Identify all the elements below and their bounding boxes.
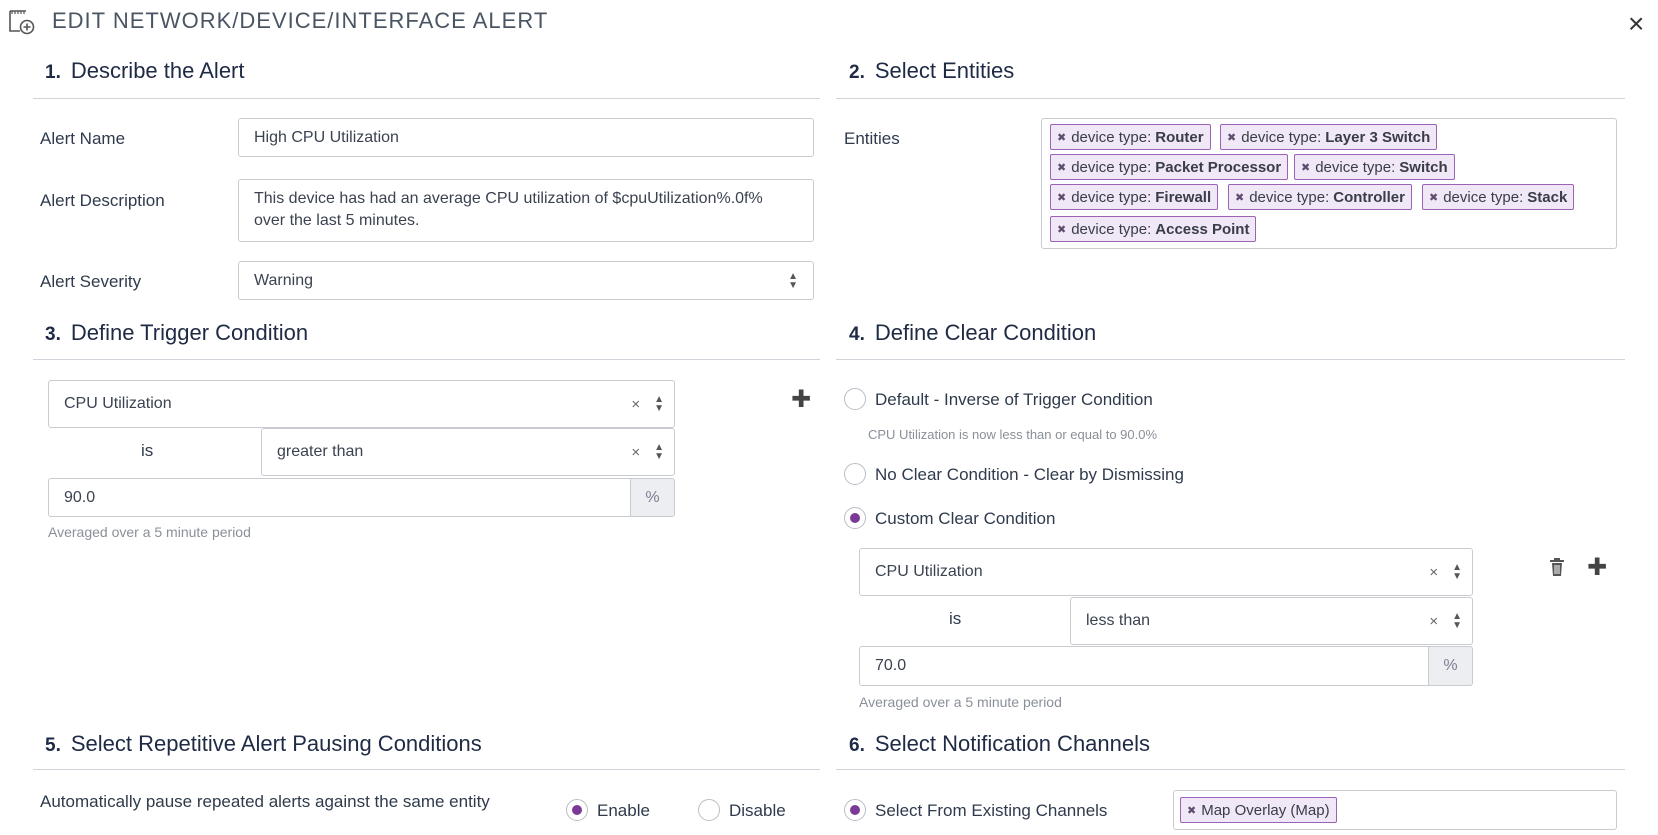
channels-chip-input[interactable]: ✖ Map Overlay (Map) [1173,790,1617,830]
alert-name-label: Alert Name [40,129,126,148]
updown-icon: ▲ ▼ [788,270,798,291]
trigger-metric-select[interactable]: CPU Utilization × ▲ ▼ [48,380,675,428]
dialog-title: EDIT NETWORK/DEVICE/INTERFACE ALERT [52,8,549,33]
updown-icon: ▲ ▼ [654,442,664,462]
remove-chip-icon[interactable]: ✖ [1057,161,1066,174]
entities-label: Entities [844,129,900,148]
updown-icon: ▲ ▼ [1452,611,1462,631]
radio-default-clear[interactable] [844,388,866,410]
radio-enable[interactable] [566,799,588,821]
remove-chip-icon[interactable]: ✖ [1057,131,1066,144]
entity-chip[interactable]: ✖ device type: Packet Processor [1050,154,1289,180]
divider [836,98,1625,99]
alert-description-label: Alert Description [40,191,165,210]
radio-existing-channels[interactable] [844,799,866,821]
clear-operator-select[interactable]: less than × ▲ ▼ [1070,597,1473,645]
add-alert-icon [8,9,36,35]
remove-chip-icon[interactable]: ✖ [1301,161,1310,174]
divider [836,359,1625,360]
clear-threshold-input[interactable]: 70.0 [859,646,1429,686]
radio-disable[interactable] [698,799,720,821]
divider [836,769,1625,770]
updown-icon: ▲ ▼ [1452,562,1462,582]
close-icon[interactable]: × [1628,10,1644,38]
trash-icon[interactable] [1548,557,1566,577]
existing-channels-label: Select From Existing Channels [875,801,1108,820]
section-pausing-heading: 5. Select Repetitive Alert Pausing Condit… [45,731,482,756]
entity-chip[interactable]: ✖ device type: Controller [1228,184,1412,210]
clear-hint: Averaged over a 5 minute period [859,694,1062,710]
section-notify-heading: 6. Select Notification Channels [849,731,1151,756]
default-clear-label: Default - Inverse of Trigger Condition [875,390,1153,409]
alert-description-textarea[interactable]: This device has had an average CPU utili… [238,179,814,242]
clear-icon[interactable]: × [631,444,640,461]
radio-custom-clear[interactable] [844,507,866,529]
alert-name-input[interactable]: High CPU Utilization [238,118,814,157]
divider [33,769,820,770]
custom-clear-label: Custom Clear Condition [875,509,1056,528]
unit-addon: % [631,478,675,517]
trigger-operator-select[interactable]: greater than × ▲ ▼ [261,428,675,476]
updown-icon: ▲ ▼ [654,394,664,414]
clear-metric-select[interactable]: CPU Utilization × ▲ ▼ [859,548,1473,596]
divider [33,98,820,99]
enable-label: Enable [597,801,650,820]
clear-is-label: is [949,609,962,628]
entity-chip[interactable]: ✖ device type: Firewall [1050,184,1219,210]
add-condition-icon[interactable]: ✚ [791,388,811,412]
default-clear-hint: CPU Utilization is now less than or equa… [868,427,1158,442]
remove-chip-icon[interactable]: ✖ [1187,804,1196,817]
divider [33,359,820,360]
disable-label: Disable [729,801,786,820]
remove-chip-icon[interactable]: ✖ [1227,131,1236,144]
entities-chip-input[interactable]: ✖ device type: Router ✖ device type: Layer 3… [1041,118,1617,249]
section-trigger-heading: 3. Define Trigger Condition [45,320,309,345]
pausing-label: Automatically pause repeated alerts agai… [40,792,490,811]
remove-chip-icon[interactable]: ✖ [1429,191,1438,204]
channel-chip[interactable]: ✖ Map Overlay (Map) [1180,797,1337,823]
remove-chip-icon[interactable]: ✖ [1057,191,1066,204]
alert-severity-select[interactable]: Warning ▲ ▼ [238,261,814,300]
clear-icon[interactable]: × [1429,613,1438,630]
radio-no-clear[interactable] [844,463,866,485]
section-entities-heading: 2. Select Entities [849,58,1015,83]
add-condition-icon[interactable]: ✚ [1587,556,1607,580]
entity-chip[interactable]: ✖ device type: Switch [1294,154,1455,180]
entity-chip[interactable]: ✖ device type: Access Point [1050,216,1257,242]
trigger-hint: Averaged over a 5 minute period [48,524,251,540]
entity-chip[interactable]: ✖ device type: Stack [1422,184,1575,210]
clear-icon[interactable]: × [631,396,640,413]
section-clear-heading: 4. Define Clear Condition [849,320,1097,345]
unit-addon: % [1429,646,1473,686]
trigger-is-label: is [141,441,154,460]
entity-chip[interactable]: ✖ device type: Router [1050,124,1211,150]
remove-chip-icon[interactable]: ✖ [1057,223,1066,236]
trigger-threshold-input[interactable]: 90.0 [48,478,631,517]
section-describe-heading: 1. Describe the Alert [45,58,245,83]
entity-chip[interactable]: ✖ device type: Layer 3 Switch [1220,124,1438,150]
clear-icon[interactable]: × [1429,564,1438,581]
remove-chip-icon[interactable]: ✖ [1235,191,1244,204]
alert-severity-label: Alert Severity [40,272,142,291]
no-clear-label: No Clear Condition - Clear by Dismissing [875,465,1184,484]
